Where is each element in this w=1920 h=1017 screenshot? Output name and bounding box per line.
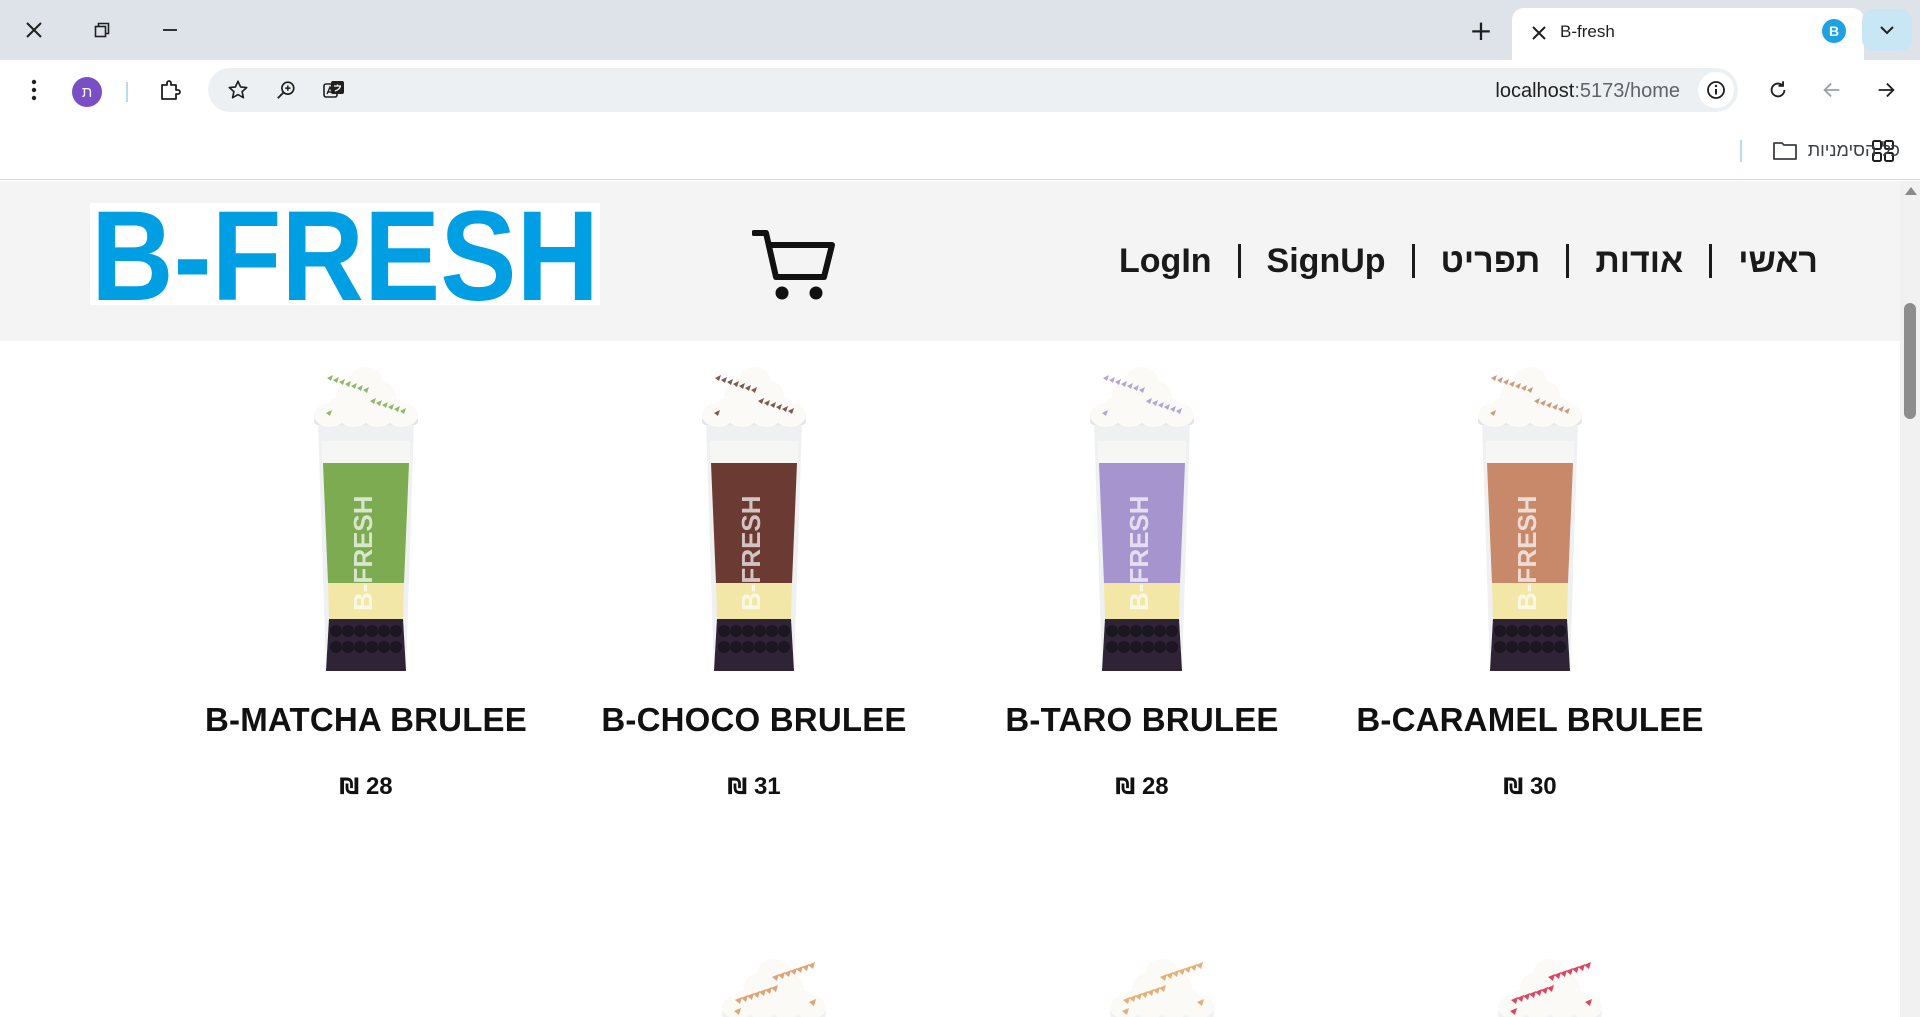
tab-search-button[interactable] [1862, 9, 1912, 51]
site-header: B-FRESH LogIn SignUp תפריט אודות ראשי [0, 181, 1900, 341]
all-bookmarks-button[interactable]: כל הסימניות [1772, 136, 1900, 164]
translate-icon [323, 81, 344, 98]
product-price: ₪ 28 [962, 773, 1322, 801]
plus-icon: + [1469, 13, 1493, 47]
svg-text:B-FRESH: B-FRESH [1512, 495, 1542, 611]
currency-symbol: ₪ [727, 775, 748, 800]
currency-symbol: ₪ [1503, 775, 1524, 800]
product-image: B-FRESH [1090, 367, 1194, 671]
product-image: B-FRESH [1478, 367, 1582, 671]
window-close-button[interactable] [10, 10, 58, 50]
new-tab-button[interactable]: + [1460, 12, 1502, 48]
forward-button[interactable] [1866, 70, 1906, 110]
price-value: 30 [1529, 773, 1557, 800]
minimize-icon [163, 29, 177, 31]
chevron-down-icon [1880, 26, 1894, 35]
price-value: 28 [1141, 773, 1169, 800]
window-minimize-button[interactable] [146, 10, 194, 50]
nav-about[interactable]: אודות [1569, 237, 1709, 285]
tab-close-button[interactable] [1526, 20, 1552, 46]
close-icon [26, 22, 42, 38]
folder-icon [1772, 142, 1797, 160]
puzzle-icon [161, 80, 181, 100]
tab-b-fresh[interactable]: B-fresh B [1512, 8, 1864, 60]
logo-text: B-FRESH [91, 203, 599, 305]
site-info-button[interactable] [1698, 72, 1734, 108]
svg-text:B-FRESH: B-FRESH [736, 495, 766, 611]
product-name: B-MATCHA BRULEE [205, 701, 527, 738]
price-value: 31 [753, 773, 781, 800]
extensions-button[interactable] [150, 70, 190, 110]
browser-menu-button[interactable] [14, 70, 54, 110]
address-bar[interactable]: localhost:5173/home [208, 68, 1738, 112]
product-price: ₪ 28 [186, 773, 546, 801]
page-scrollbar[interactable] [1900, 181, 1920, 1017]
favicon-icon: B [1822, 19, 1846, 43]
scroll-thumb[interactable] [1904, 303, 1916, 419]
all-bookmarks-label: כל הסימניות [1807, 139, 1900, 160]
product-image-partial [722, 959, 826, 1017]
restore-icon [94, 22, 110, 38]
product-image-partial [1110, 959, 1214, 1017]
logo-wordmark: B-FRESH [91, 203, 599, 305]
back-button[interactable] [1812, 70, 1852, 110]
zoom-in-icon [277, 81, 295, 99]
nav-menu[interactable]: תפריט [1415, 237, 1567, 285]
product-image-partial [1498, 959, 1602, 1017]
tab-strip: + B-fresh B [0, 0, 1920, 60]
svg-text:B-FRESH: B-FRESH [348, 495, 378, 611]
url-path: :5173/home [1574, 80, 1680, 102]
product-image: B-FRESH [702, 367, 806, 671]
bookmark-star-button[interactable] [220, 72, 256, 108]
brand-logo[interactable]: B-FRESH [90, 203, 600, 305]
info-icon [1707, 81, 1725, 99]
browser-toolbar: ת localhost:5173/home [0, 60, 1920, 120]
nav-signup[interactable]: SignUp [1241, 237, 1412, 285]
page-viewport: B-FRESH LogIn SignUp תפריט אודות ראשי B-… [0, 181, 1900, 1017]
arrow-left-icon [1823, 82, 1840, 98]
nav-login[interactable]: LogIn [1093, 237, 1238, 285]
reload-icon [1770, 81, 1786, 98]
product-name: B-CARAMEL BRULEE [1356, 701, 1704, 738]
nav-home[interactable]: ראשי [1712, 237, 1844, 285]
zoom-button[interactable] [268, 72, 304, 108]
svg-text:B-FRESH: B-FRESH [1124, 495, 1154, 611]
product-price: ₪ 31 [574, 773, 934, 801]
profile-avatar[interactable]: ת [72, 77, 102, 107]
main-nav: LogIn SignUp תפריט אודות ראשי [1093, 237, 1844, 285]
tab-title: B-fresh [1560, 22, 1615, 41]
product-name: B-TARO BRULEE [1005, 701, 1279, 738]
arrow-right-icon [1878, 82, 1895, 98]
url-text: localhost:5173/home [1495, 80, 1680, 103]
bookmarks-separator [1740, 140, 1742, 162]
window-restore-button[interactable] [78, 10, 126, 50]
cart-icon[interactable] [752, 227, 836, 303]
currency-symbol: ₪ [339, 775, 360, 800]
url-host: localhost [1495, 80, 1575, 102]
close-icon [1532, 26, 1546, 40]
price-value: 28 [365, 773, 393, 800]
product-image: B-FRESH [314, 367, 418, 671]
toolbar-separator [126, 82, 128, 102]
product-price: ₪ 30 [1350, 773, 1710, 801]
currency-symbol: ₪ [1115, 775, 1136, 800]
star-icon [228, 80, 248, 99]
more-vert-icon [31, 79, 37, 101]
translate-button[interactable] [316, 72, 352, 108]
bookmarks-bar: כל הסימניות [0, 120, 1920, 180]
scroll-up-arrow[interactable] [1905, 187, 1917, 195]
product-name: B-CHOCO BRULEE [601, 701, 907, 738]
reload-button[interactable] [1758, 70, 1798, 110]
